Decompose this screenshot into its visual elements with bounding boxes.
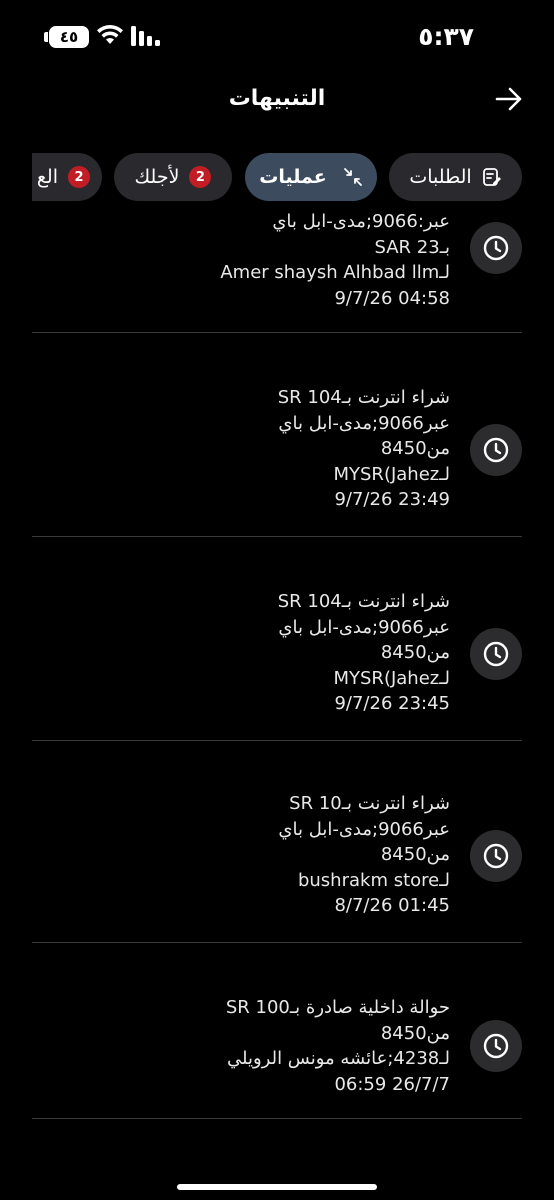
notification-text: شراء انترنت بـSR 104 عبر9066;مدى-ابل باي… <box>278 385 450 513</box>
edit-document-icon <box>482 168 501 186</box>
tab-operations[interactable]: عمليات <box>245 153 377 201</box>
notification-text: حوالة داخلية صادرة بـSR 100 من8450 لـ423… <box>226 995 450 1097</box>
notification-item[interactable]: شراء انترنت بـSR 104 عبر9066;مدى-ابل باي… <box>32 333 522 537</box>
status-bar: ٤٥ ٥:٣٧ <box>0 0 554 74</box>
notification-line: بـSAR 23 <box>374 236 450 258</box>
tab-label: عمليات <box>259 166 327 188</box>
notification-item[interactable]: حوالة داخلية صادرة بـSR 100 من8450 لـ423… <box>32 943 522 1119</box>
tab-label: الع <box>36 166 58 188</box>
notification-line: لـ4238;عائشه مونس الرويلي <box>226 1048 450 1070</box>
clock-icon <box>470 424 522 476</box>
battery-icon: ٤٥ <box>49 26 89 48</box>
filter-tabs: الطلبات عمليات لأجلك 2 الع 2 <box>32 152 522 202</box>
notification-text: شراء انترنت بـSR 104 عبر9066;مدى-ابل باي… <box>278 589 450 717</box>
page-title: التنبيهات <box>228 86 326 111</box>
home-indicator[interactable] <box>177 1184 377 1190</box>
tab-offers[interactable]: الع 2 <box>32 153 102 201</box>
notification-line: لـAmer shaysh Alhbad llm <box>220 262 450 284</box>
notification-line: عبر:9066;مدى-ابل باي <box>272 211 450 232</box>
notification-line: من8450 <box>380 642 450 664</box>
notification-line: 04:58 9/7/26 <box>334 287 450 309</box>
tab-label: لأجلك <box>134 166 180 188</box>
notification-line: 26/7/7 06:59 <box>334 1073 450 1095</box>
notification-text: عبر:9066;مدى-ابل باي بـSAR 23 لـAmer sha… <box>220 209 450 311</box>
notification-line: 23:49 9/7/26 <box>334 489 450 511</box>
notification-line: شراء انترنت بـSR 104 <box>277 591 450 612</box>
tab-badge: 2 <box>189 166 212 188</box>
notification-text: شراء انترنت بـSR 10 عبر9066;مدى-ابل باي … <box>278 791 450 919</box>
notification-line: لـMYSR(Jahez <box>333 667 450 689</box>
notification-line: لـbushrakm store <box>297 869 450 891</box>
tab-badge: 2 <box>68 166 90 188</box>
clock-icon <box>470 830 522 882</box>
notification-line: حوالة داخلية صادرة بـSR 100 <box>225 997 450 1018</box>
notification-line: من8450 <box>380 844 450 866</box>
clock-icon <box>470 628 522 680</box>
battery-cap <box>44 32 48 42</box>
clock: ٥:٣٧ <box>418 22 474 51</box>
tab-label: الطلبات <box>409 166 472 188</box>
notification-item[interactable]: عبر:9066;مدى-ابل باي بـSAR 23 لـAmer sha… <box>32 206 522 333</box>
collapse-arrows-icon <box>343 168 362 186</box>
notification-item[interactable]: شراء انترنت بـSR 104 عبر9066;مدى-ابل باي… <box>32 537 522 741</box>
clock-icon <box>470 1020 522 1072</box>
wifi-icon <box>97 24 123 44</box>
notification-line: 01:45 8/7/26 <box>334 895 450 917</box>
tab-for-you[interactable]: لأجلك 2 <box>114 153 232 201</box>
notification-line: من8450 <box>380 1022 450 1044</box>
cellular-signal-icon <box>131 26 160 46</box>
clock-icon <box>470 222 522 274</box>
notification-line: شراء انترنت بـSR 10 <box>289 793 450 814</box>
header: التنبيهات <box>0 74 554 136</box>
notification-line: عبر9066;مدى-ابل باي <box>278 616 450 638</box>
back-arrow-icon[interactable] <box>494 86 524 112</box>
notification-item[interactable]: شراء انترنت بـSR 10 عبر9066;مدى-ابل باي … <box>32 741 522 943</box>
notification-line: عبر9066;مدى-ابل باي <box>278 412 450 434</box>
notification-line: لـMYSR(Jahez <box>333 463 450 485</box>
notification-line: عبر9066;مدى-ابل باي <box>278 818 450 840</box>
tab-requests[interactable]: الطلبات <box>389 153 522 201</box>
notification-line: شراء انترنت بـSR 104 <box>277 387 450 408</box>
notification-line: 23:45 9/7/26 <box>334 693 450 715</box>
notification-line: من8450 <box>380 438 450 460</box>
